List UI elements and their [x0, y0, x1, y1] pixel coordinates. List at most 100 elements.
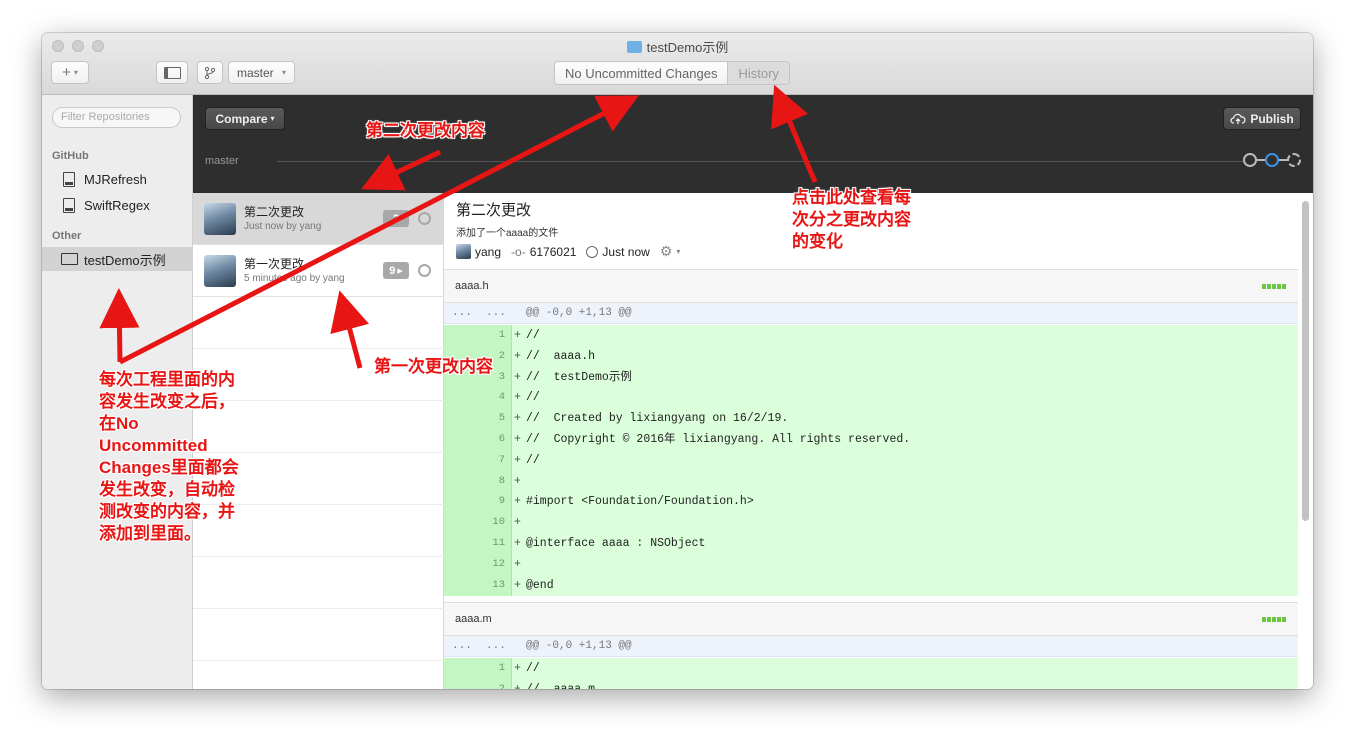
scrollbar[interactable]	[1302, 201, 1309, 521]
tab-history[interactable]: History	[727, 62, 789, 84]
empty-row	[193, 557, 444, 609]
diff-line: 1 + //	[444, 658, 1298, 679]
line-number: 7	[478, 449, 512, 471]
code-text: //	[526, 391, 540, 405]
line-number: 10	[478, 512, 512, 534]
publish-button[interactable]: Publish	[1223, 107, 1301, 130]
diff-line: 10 +	[444, 512, 1298, 534]
annotation-first-change: 第一次更改内容	[374, 357, 493, 376]
history-header: Compare ▾ master Publish	[193, 95, 1313, 193]
sidebar-item-testdemo[interactable]: testDemo示例	[42, 247, 193, 271]
commit-sha[interactable]: 6176021	[530, 245, 577, 259]
empty-row	[193, 297, 444, 349]
window-title: testDemo示例	[42, 37, 1313, 56]
diff-line: 8 +	[444, 470, 1298, 492]
diff-line: 13 + @end	[444, 574, 1298, 596]
sidebar-item-swiftregex[interactable]: SwiftRegex	[42, 193, 193, 217]
commit-row[interactable]: 第二次更改 Just now by yang 2	[193, 193, 444, 245]
repo-icon	[63, 171, 75, 187]
code-text: #import <Foundation/Foundation.h>	[526, 495, 754, 509]
gear-icon[interactable]: ⚙	[660, 243, 673, 260]
line-number: 5	[478, 408, 512, 430]
revert-commit-icon[interactable]	[418, 212, 431, 225]
commit-subtitle: 5 minutes ago by yang	[244, 273, 345, 284]
avatar	[456, 244, 471, 259]
added-marker: +	[514, 329, 521, 342]
line-number: 1	[478, 325, 512, 346]
file-count-badge[interactable]: 9 ▶	[383, 262, 409, 279]
commit-node-selected[interactable]	[1265, 153, 1279, 167]
hunk-header: ...... @@ -0,0 +1,13 @@	[444, 303, 1298, 324]
view-tabs: No Uncommitted Changes History	[554, 61, 790, 85]
tab-uncommitted-changes[interactable]: No Uncommitted Changes	[555, 62, 728, 84]
code-text: // aaaa.h	[526, 349, 596, 363]
line-number: 11	[478, 533, 512, 554]
line-number: 6	[478, 429, 512, 450]
branch-icon	[204, 66, 216, 79]
diff-line: 1 + //	[444, 325, 1298, 346]
branch-label: master	[205, 155, 239, 167]
line-number: 13	[478, 574, 512, 596]
chevron-down-icon[interactable]: ▾	[676, 247, 680, 256]
code-text: //	[526, 329, 540, 342]
file-header[interactable]: aaaa.m	[444, 602, 1298, 636]
code-text: @interface aaaa : NSObject	[526, 537, 706, 550]
diffstat-bar	[1262, 617, 1286, 622]
diff-line: 12 +	[444, 553, 1298, 575]
folder-icon	[626, 41, 642, 53]
app-window: testDemo示例 + ▾ master ▾ No Uncommitted C…	[42, 33, 1313, 689]
commit-graph	[1243, 153, 1301, 167]
revert-commit-icon[interactable]	[418, 264, 431, 277]
added-marker: +	[514, 474, 521, 488]
line-number: 9	[478, 491, 512, 513]
commit-title: 第一次更改	[244, 257, 305, 271]
toggle-sidebar-button[interactable]	[156, 61, 188, 84]
added-marker: +	[514, 349, 521, 363]
commit-row[interactable]: 第一次更改 5 minutes ago by yang 9 ▶	[193, 245, 444, 297]
avatar	[204, 203, 236, 235]
compare-button[interactable]: Compare ▾	[205, 107, 285, 130]
diffstat-bar	[1262, 284, 1286, 289]
code-text: // testDemo示例	[526, 370, 632, 384]
code-text: // Copyright © 2016年 lixiangyang. All ri…	[526, 433, 911, 446]
commit-detail-title: 第二次更改	[456, 202, 532, 219]
file-header[interactable]: aaaa.h	[444, 269, 1298, 303]
filter-repositories-input[interactable]: Filter Repositories	[52, 107, 181, 128]
annotation-uncommitted-note: 每次工程里面的内 容发生改变之后， 在No Uncommitted Change…	[99, 370, 239, 543]
empty-row	[193, 609, 444, 661]
line-number: 12	[478, 553, 512, 575]
commit-node[interactable]	[1243, 153, 1257, 167]
branch-button[interactable]	[197, 61, 223, 84]
repo-icon	[63, 197, 75, 213]
play-icon: ▶	[397, 267, 403, 275]
commit-author: yang	[475, 244, 502, 259]
file-count-badge[interactable]: 2	[383, 210, 409, 227]
diff-line: 9 + #import <Foundation/Foundation.h>	[444, 491, 1298, 513]
commit-title: 第二次更改	[244, 205, 305, 219]
commit-node-uncommitted[interactable]	[1287, 153, 1301, 167]
sidebar-item-mjrefresh[interactable]: MJRefresh	[42, 167, 193, 191]
diff-line: 5 + // Created by lixiangyang on 16/2/19.	[444, 408, 1298, 430]
added-marker: +	[514, 516, 521, 530]
diff-line: 3 +// testDemo示例	[444, 366, 1298, 388]
branch-select[interactable]: master ▾	[228, 61, 295, 84]
diff-line: 6 + // Copyright © 2016年 lixiangyang. All …	[444, 429, 1298, 450]
code-text: // Created by lixiangyang on 16/2/19.	[526, 412, 789, 426]
commit-meta: yang -o- 6176021 Just now ⚙ ▾	[456, 243, 680, 260]
add-button[interactable]: + ▾	[51, 61, 89, 84]
added-marker: +	[514, 537, 521, 550]
computer-icon	[61, 253, 78, 265]
added-marker: +	[514, 412, 521, 426]
hunk-header: ...... @@ -0,0 +1,13 @@	[444, 636, 1298, 657]
code-text: // aaaa.m	[526, 679, 595, 689]
chevron-down-icon: ▾	[73, 68, 78, 77]
added-marker: +	[514, 391, 521, 405]
line-number: 2	[478, 678, 512, 689]
line-number: 4	[478, 387, 512, 409]
diff-line: 2+ // aaaa.m	[444, 678, 1298, 689]
branch-timeline	[277, 161, 1243, 162]
file-name: aaaa.h	[455, 280, 489, 292]
added-marker: +	[514, 495, 521, 509]
chevron-down-icon: ▾	[281, 68, 286, 77]
annotation-second-change: 第二次更改内容	[366, 121, 485, 140]
